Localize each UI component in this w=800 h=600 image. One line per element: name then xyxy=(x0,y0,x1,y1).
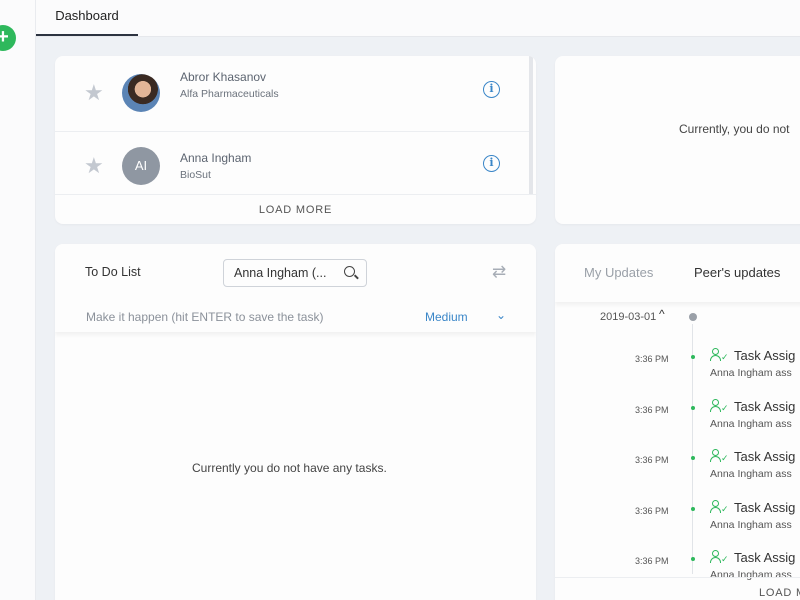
update-desc: Anna Ingham ass xyxy=(710,468,792,480)
star-icon[interactable]: ★ xyxy=(84,80,104,106)
todo-title: To Do List xyxy=(85,265,141,279)
update-desc: Anna Ingham ass xyxy=(710,519,792,531)
tab-peer-updates[interactable]: Peer's updates xyxy=(694,265,780,280)
updates-card: My Updates Peer's updates 2019-03-01 ^ 3… xyxy=(555,244,800,600)
update-item[interactable]: 3:36 PM ✓ Task Assig Anna Ingham ass xyxy=(555,399,800,449)
sync-icon[interactable]: ⇄ xyxy=(492,262,506,282)
empty-tasks-text: Currently you do not have any tasks. xyxy=(192,461,387,475)
update-title: Task Assig xyxy=(734,500,796,515)
info-icon[interactable]: i xyxy=(483,155,500,172)
user-check-icon: ✓ xyxy=(710,348,729,362)
load-more-button[interactable]: LOAD MORE xyxy=(55,194,536,224)
timeline-dot xyxy=(691,557,695,561)
timeline-date: 2019-03-01 xyxy=(600,311,657,323)
updates-tabs: My Updates Peer's updates xyxy=(555,244,800,302)
empty-notice: Currently, you do not xyxy=(679,122,790,136)
user-check-icon: ✓ xyxy=(710,550,729,564)
update-desc: Anna Ingham ass xyxy=(710,367,792,379)
contact-name: Abror Khasanov xyxy=(180,70,267,84)
notice-card: Currently, you do not xyxy=(555,56,800,224)
update-time: 3:36 PM xyxy=(635,506,669,516)
task-input[interactable]: Make it happen (hit ENTER to save the ta… xyxy=(86,310,323,324)
load-more-label: LOAD M xyxy=(759,587,800,599)
update-time: 3:36 PM xyxy=(635,354,669,364)
update-desc: Anna Ingham ass xyxy=(710,418,792,430)
left-rail: + xyxy=(0,0,36,600)
chevron-up-icon[interactable]: ^ xyxy=(659,307,665,321)
update-time: 3:36 PM xyxy=(635,455,669,465)
update-title: Task Assig xyxy=(734,348,796,363)
chevron-down-icon[interactable]: ⌄ xyxy=(496,308,506,322)
timeline-dot xyxy=(691,507,695,511)
user-check-icon: ✓ xyxy=(710,449,729,463)
avatar xyxy=(122,74,160,112)
contact-company: Alfa Pharmaceuticals xyxy=(180,88,279,100)
update-time: 3:36 PM xyxy=(635,556,669,566)
top-bar: Dashboard xyxy=(36,0,800,37)
tab-my-updates[interactable]: My Updates xyxy=(584,265,653,280)
update-item[interactable]: 3:36 PM ✓ Task Assig Anna Ingham ass xyxy=(555,348,800,398)
assignee-search-input[interactable]: Anna Ingham (... xyxy=(223,259,367,287)
update-title: Task Assig xyxy=(734,399,796,414)
update-time: 3:36 PM xyxy=(635,405,669,415)
tab-dashboard[interactable]: Dashboard xyxy=(36,0,138,36)
todo-card: To Do List Anna Ingham (... ⇄ Make it ha… xyxy=(55,244,536,600)
contact-company: BioSut xyxy=(180,169,211,181)
info-icon[interactable]: i xyxy=(483,81,500,98)
timeline-dot xyxy=(691,355,695,359)
update-title: Task Assig xyxy=(734,550,796,565)
load-more-button[interactable]: LOAD M xyxy=(555,577,800,600)
update-item[interactable]: 3:36 PM ✓ Task Assig Anna Ingham ass xyxy=(555,449,800,499)
scrollbar[interactable] xyxy=(529,56,533,194)
update-item[interactable]: 3:36 PM ✓ Task Assig Anna Ingham ass xyxy=(555,500,800,550)
star-icon[interactable]: ★ xyxy=(84,153,104,179)
user-check-icon: ✓ xyxy=(710,500,729,514)
timeline-dot xyxy=(691,406,695,410)
todo-header: To Do List Anna Ingham (... ⇄ Make it ha… xyxy=(55,244,536,332)
avatar-initials: AI xyxy=(122,147,160,185)
update-title: Task Assig xyxy=(734,449,796,464)
timeline-dot xyxy=(691,456,695,460)
search-value: Anna Ingham (... xyxy=(234,266,327,280)
priority-select[interactable]: Medium xyxy=(425,310,468,324)
search-icon[interactable] xyxy=(344,266,355,277)
add-icon[interactable]: + xyxy=(0,25,16,51)
timeline-node xyxy=(689,313,697,321)
contacts-card: ★ ★ AI Abror Khasanov Alfa Pharmaceutica… xyxy=(55,56,536,224)
contact-name: Anna Ingham xyxy=(180,151,252,165)
user-check-icon: ✓ xyxy=(710,399,729,413)
